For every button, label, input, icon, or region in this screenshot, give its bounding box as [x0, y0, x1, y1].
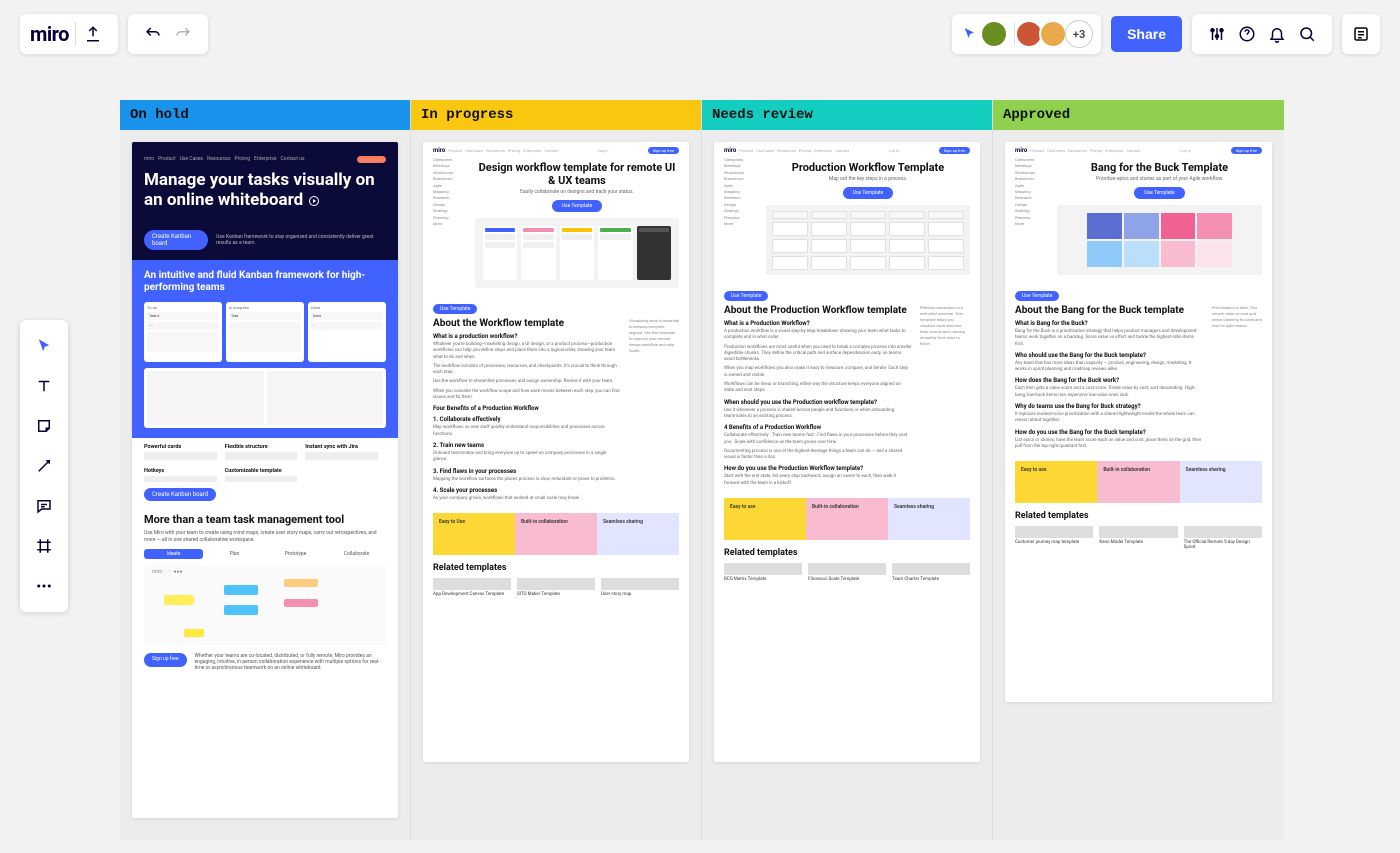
column-needs-review[interactable]: Needs review miroProductUseCasesResource… — [702, 100, 993, 840]
feature-tiles: Easy to Use Built-in collaboration Seaml… — [423, 513, 689, 555]
select-tool[interactable] — [20, 326, 68, 366]
app-logo[interactable]: miro — [30, 22, 76, 46]
column-header[interactable]: Needs review — [702, 100, 992, 130]
use-template-btn: Use Template — [843, 187, 893, 199]
text-tool[interactable] — [20, 366, 68, 406]
column-on-hold[interactable]: On hold miroProductUse CasesResourcesPri… — [120, 100, 411, 840]
card-sub: Easily collaborate on designs and track … — [475, 189, 679, 195]
card-title: Production Workflow Template — [766, 161, 970, 174]
notes-button[interactable] — [1342, 14, 1380, 54]
upload-icon[interactable] — [78, 19, 108, 49]
signup-btn: Sign up free — [144, 653, 187, 667]
card-title: Bang for the Buck Template — [1057, 161, 1262, 174]
use-template-btn: Use Template — [1134, 187, 1184, 199]
kanban-preview: To doTask A···· In progressTask DoneDone… — [144, 302, 386, 362]
share-button[interactable]: Share — [1111, 16, 1182, 52]
left-toolbar — [20, 320, 68, 612]
about-title: About the Production Workflow template — [724, 305, 912, 316]
use-template-btn: Use Template — [552, 200, 602, 212]
avatar[interactable] — [980, 20, 1008, 48]
about-title: About the Workflow template — [433, 318, 621, 329]
card-sub: Map out the key steps in a process. — [766, 176, 970, 182]
redo-icon[interactable] — [168, 19, 198, 49]
column-in-progress[interactable]: In progress miroProductUseCasesResources… — [411, 100, 702, 840]
column-header[interactable]: Approved — [993, 100, 1284, 130]
frame-tool[interactable] — [20, 526, 68, 566]
sidebar-nav: CategoriesMeetingsWorkshopsBrainstormAgi… — [433, 157, 467, 288]
template-preview — [1057, 205, 1262, 275]
play-icon — [309, 196, 319, 206]
kanban-board[interactable]: On hold miroProductUse CasesResourcesPri… — [120, 100, 1284, 840]
mindmap-preview: miro · · · · ●●● — [144, 565, 386, 645]
hero-cta: Create Kanban board — [144, 230, 208, 250]
template-preview — [475, 218, 679, 288]
topbar: miro +3 Share — [0, 12, 1400, 56]
column-header[interactable]: On hold — [120, 100, 410, 130]
column-header[interactable]: In progress — [411, 100, 701, 130]
settings-icon[interactable] — [1202, 19, 1232, 49]
card-sub: Prioritize epics and stories as part of … — [1057, 176, 1262, 182]
template-preview — [766, 205, 970, 275]
column-approved[interactable]: Approved miroProductUseCasesResourcesPri… — [993, 100, 1284, 840]
card-kanban-landing[interactable]: miroProductUse CasesResourcesPricingEnte… — [132, 142, 398, 818]
tabs: Ideate Plan Prototype Collaborate — [144, 549, 386, 559]
features: Powerful cards Flexible structure Instan… — [132, 438, 398, 488]
sidebar-nav: CategoriesMeetingsWorkshopsBrainstormAgi… — [724, 157, 758, 275]
notifications-icon[interactable] — [1262, 19, 1292, 49]
about-title: About the Bang for the Buck template — [1015, 305, 1204, 316]
undo-redo-group — [128, 14, 208, 54]
avatar[interactable] — [1039, 20, 1067, 48]
related-title: Related templates — [1015, 511, 1262, 521]
related-title: Related templates — [433, 563, 679, 573]
footer-para: Whether your teams are co-located, distr… — [195, 653, 387, 671]
logo-group: miro — [20, 14, 118, 54]
more-tools[interactable] — [20, 566, 68, 606]
avatar-overflow[interactable]: +3 — [1065, 20, 1093, 48]
line-tool[interactable] — [20, 446, 68, 486]
signup-pill: Sign up free — [357, 156, 386, 163]
help-icon[interactable] — [1232, 19, 1262, 49]
search-icon[interactable] — [1292, 19, 1322, 49]
feature-tiles: Easy to use Built-in collaboration Seaml… — [1005, 461, 1272, 503]
section2-sub: Use Miro with your team to create using … — [144, 530, 386, 543]
section2-title: More than a team task management tool — [144, 513, 386, 526]
card-title: Design workflow template for remote UI &… — [475, 161, 679, 187]
blue-heading: An intuitive and fluid Kanban framework … — [144, 270, 386, 294]
comment-tool[interactable] — [20, 486, 68, 526]
hero-sub: Use Kanban framework to stay organized a… — [216, 234, 386, 246]
cursor-icon — [962, 26, 978, 42]
card-bang-for-buck[interactable]: miroProductUseCasesResourcesPricingEnter… — [1005, 142, 1272, 702]
card-design-workflow[interactable]: miroProductUseCasesResourcesPricingEnter… — [423, 142, 689, 762]
related-title: Related templates — [724, 548, 970, 558]
hero-title: Manage your tasks visually on an online … — [144, 171, 386, 210]
undo-icon[interactable] — [138, 19, 168, 49]
collaborators-group: +3 — [952, 14, 1101, 54]
sticky-note-tool[interactable] — [20, 406, 68, 446]
card-production-workflow[interactable]: miroProductUseCasesResourcesPricingEnter… — [714, 142, 980, 762]
sidebar-nav: CategoriesMeetingsWorkshopsBrainstormAgi… — [1015, 157, 1049, 275]
feature-tiles: Easy to use Built-in collaboration Seaml… — [714, 498, 980, 540]
actions-group — [1192, 14, 1332, 54]
